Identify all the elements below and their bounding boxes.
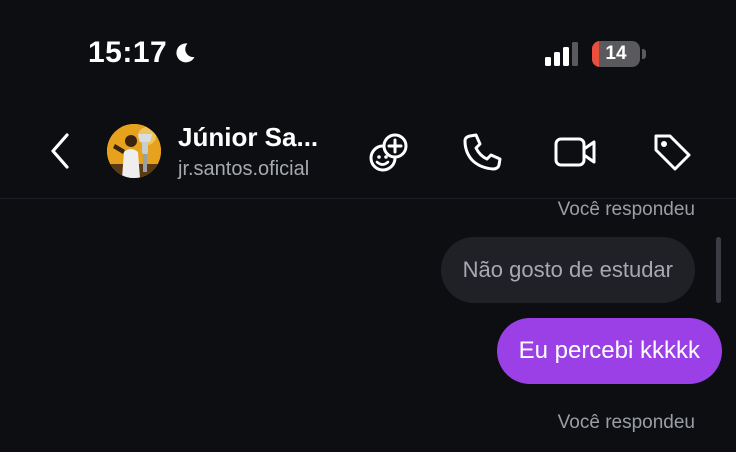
cellular-signal-icon [545,42,578,66]
contact-username[interactable]: jr.santos.oficial [178,158,309,181]
battery-indicator: 14 [592,41,640,67]
avatar-image [107,124,161,178]
reply-label: Você respondeu [557,199,695,220]
reply-label: Você respondeu [557,412,695,433]
video-call-button[interactable] [553,130,597,174]
quoted-message[interactable]: Não gosto de estudar [440,237,695,303]
moon-icon [176,43,195,63]
chat-header: Júnior Sa... jr.santos.oficial [0,100,736,199]
time-group: 15:17 [88,36,197,70]
chevron-left-icon [51,133,69,169]
status-bar: 15:17 14 [0,0,736,100]
battery-cap [642,49,646,59]
tag-button[interactable] [650,130,694,174]
scrollbar[interactable] [716,237,721,303]
phone-icon [463,133,502,171]
video-camera-icon [554,137,596,167]
sent-message-bubble[interactable]: Eu percebi kkkkk [496,318,722,384]
effects-icon [369,133,408,172]
back-button[interactable] [44,130,76,172]
tag-icon [654,134,691,171]
avatar[interactable] [107,124,161,178]
audio-call-button[interactable] [460,130,504,174]
status-time: 15:17 [88,36,168,69]
effects-button[interactable] [368,130,412,174]
message-thread: Você respondeu Não gosto de estudar Eu p… [0,199,736,452]
battery-level: 14 [605,43,627,64]
contact-name[interactable]: Júnior Sa... [178,122,318,153]
